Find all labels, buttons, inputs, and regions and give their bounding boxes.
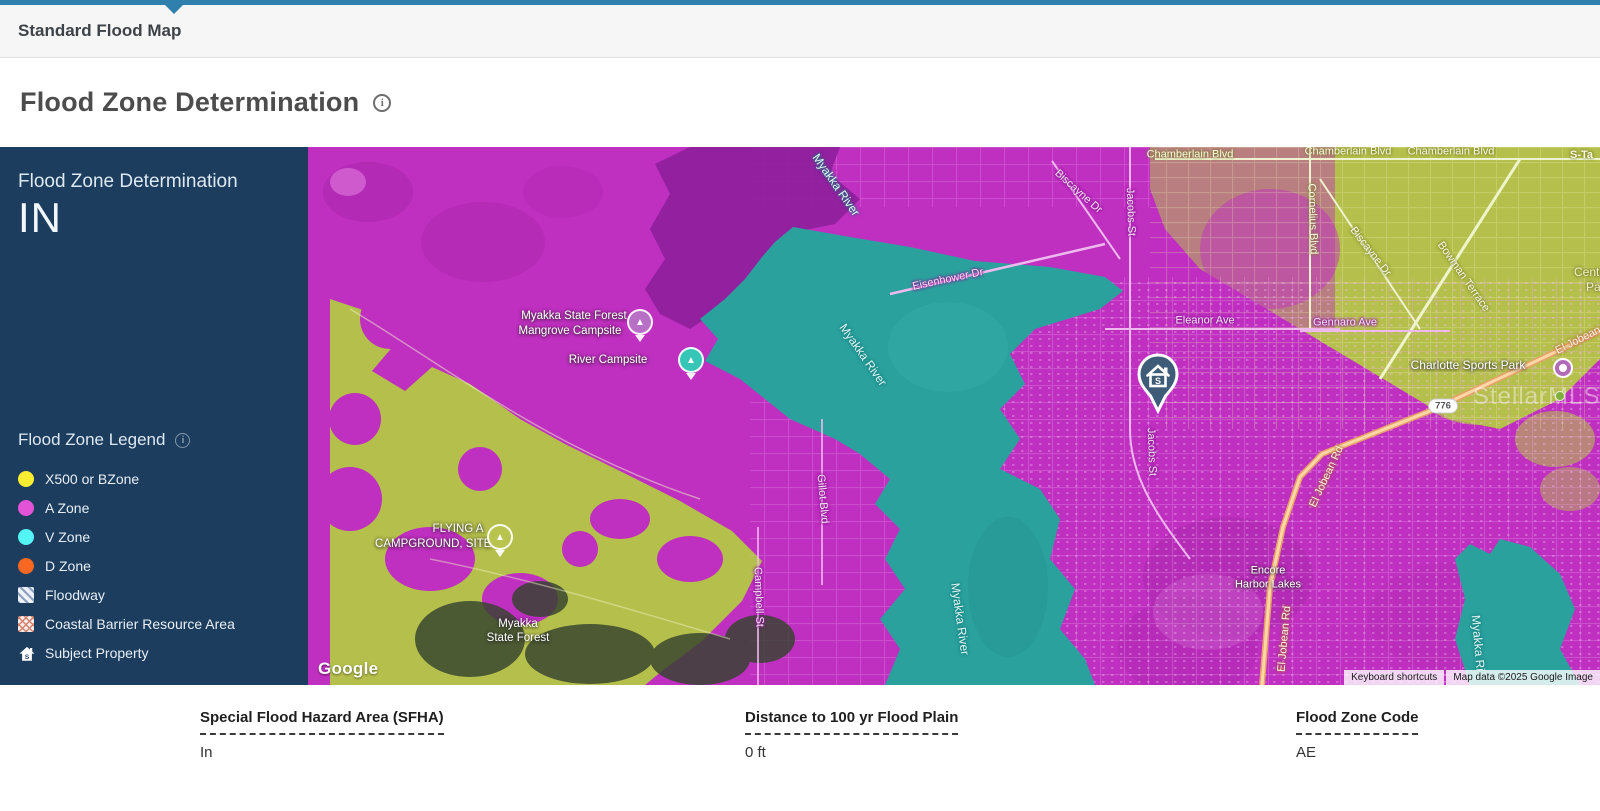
poi-label: River Campsite	[569, 354, 648, 368]
legend-label: V Zone	[45, 529, 90, 545]
street-label: S-Ta	[1570, 149, 1593, 162]
poi-label: Pa	[1586, 280, 1600, 294]
sidebar-spacer	[18, 241, 290, 430]
water-label: Myakka River	[948, 582, 972, 656]
x500-zone-dot-icon	[18, 471, 34, 487]
stat-value-flood-zone-code: AE	[1296, 744, 1418, 761]
street-label: El Jobean Rd	[1276, 606, 1295, 673]
google-logo[interactable]: Google	[318, 659, 378, 679]
legend-info-icon[interactable]: i	[175, 433, 190, 448]
park-poi-dot[interactable]	[1555, 391, 1565, 401]
map-labels-overlay: Myakka River Myakka River Myakka River M…	[308, 147, 1600, 685]
stat-value-sfha: In	[200, 744, 444, 761]
street-label: Gillot Blvd	[813, 474, 830, 524]
poi-label: State Forest	[487, 632, 550, 646]
info-icon[interactable]: i	[373, 94, 391, 112]
svg-text:S: S	[1155, 376, 1161, 386]
keyboard-shortcuts-link[interactable]: Keyboard shortcuts	[1344, 670, 1444, 685]
floodway-hatch-icon	[18, 587, 34, 603]
map-attribution: Keyboard shortcuts Map data ©2025 Google…	[1344, 670, 1600, 685]
flood-stats-row: Special Flood Hazard Area (SFHA) In Dist…	[0, 685, 1600, 810]
legend-item-floodway: Floodway	[18, 580, 290, 609]
flood-map-panel: Flood Zone Determination IN Flood Zone L…	[0, 147, 1600, 685]
street-label: Gennaro Ave	[1313, 316, 1377, 329]
legend-label: Coastal Barrier Resource Area	[45, 616, 235, 632]
poi-label: FLYING A	[433, 523, 484, 537]
street-label: El Jobean Rd	[1307, 444, 1347, 509]
map-data-attribution: Map data ©2025 Google Image	[1446, 670, 1600, 685]
street-label: Chamberlain Blvd	[1305, 147, 1392, 159]
legend-item-a-zone: A Zone	[18, 493, 290, 522]
poi-label: Cente	[1574, 265, 1600, 279]
legend-item-x500: X500 or BZone	[18, 464, 290, 493]
subject-property-pin[interactable]: S	[1135, 353, 1181, 415]
legend-label: X500 or BZone	[45, 471, 139, 487]
legend-label: Floodway	[45, 587, 105, 603]
street-label: Cornelius Blvd	[1304, 183, 1320, 254]
stellar-mls-watermark: StellarMLS	[1473, 383, 1600, 411]
street-label: Chamberlain Blvd	[1147, 148, 1234, 161]
a-zone-dot-icon	[18, 500, 34, 516]
street-label: El Jobean Rd	[1554, 316, 1600, 358]
poi-label: Mangrove Campsite	[519, 325, 622, 339]
active-tab-indicator-caret	[165, 5, 183, 14]
legend-label: D Zone	[45, 558, 91, 574]
legend-title: Flood Zone Legend	[18, 430, 165, 450]
stat-value-distance: 0 ft	[745, 744, 958, 761]
legend-item-subject-property: S Subject Property	[18, 638, 290, 667]
stat-distance: Distance to 100 yr Flood Plain 0 ft	[745, 709, 958, 761]
poi-label: Harbor Lakes	[1235, 578, 1301, 591]
v-zone-dot-icon	[18, 529, 34, 545]
map-sidebar: Flood Zone Determination IN Flood Zone L…	[0, 147, 308, 685]
stat-label-sfha: Special Flood Hazard Area (SFHA)	[200, 709, 444, 735]
stat-sfha: Special Flood Hazard Area (SFHA) In	[200, 709, 444, 761]
water-label: Myakka River	[809, 151, 862, 219]
sports-park-marker[interactable]	[1553, 358, 1573, 378]
legend-title-row: Flood Zone Legend i	[18, 430, 290, 450]
tab-standard-flood-map[interactable]: Standard Flood Map	[18, 21, 181, 41]
house-icon: S	[18, 645, 34, 661]
legend-item-v-zone: V Zone	[18, 522, 290, 551]
stat-label-distance: Distance to 100 yr Flood Plain	[745, 709, 958, 735]
determination-label: Flood Zone Determination	[18, 171, 290, 193]
street-label: Jacobs St	[1144, 428, 1159, 477]
svg-text:S: S	[25, 653, 30, 660]
page-title: Flood Zone Determination	[20, 87, 359, 118]
street-label: Eleanor Ave	[1175, 314, 1234, 327]
legend-label: A Zone	[45, 500, 89, 516]
street-label: Chamberlain Blvd	[1408, 147, 1495, 159]
legend-item-coastal-barrier: Coastal Barrier Resource Area	[18, 609, 290, 638]
street-label: Jacobs St	[1123, 188, 1138, 237]
campsite-marker-mangrove[interactable]: ▲	[627, 309, 653, 335]
street-label: Biscayne Dr	[1052, 167, 1105, 216]
campsite-marker-flying-a[interactable]: ▲	[487, 524, 513, 550]
poi-label: Myakka State Forest	[521, 310, 626, 324]
poi-label: Myakka	[498, 618, 538, 632]
campsite-marker-river[interactable]: ▲	[678, 347, 704, 373]
d-zone-dot-icon	[18, 558, 34, 574]
street-label: Eisenhower Dr	[911, 266, 984, 294]
route-776-shield: 776	[1428, 399, 1458, 414]
street-label: Bowman Terrace	[1434, 239, 1492, 314]
street-label: Campbell St	[750, 567, 765, 627]
poi-label: Charlotte Sports Park	[1411, 358, 1526, 372]
coastal-barrier-crosshatch-icon	[18, 616, 34, 632]
water-label: Myakka Ri	[1468, 614, 1487, 671]
stat-label-flood-zone-code: Flood Zone Code	[1296, 709, 1418, 735]
flood-zone-map[interactable]: Myakka River Myakka River Myakka River M…	[308, 147, 1600, 685]
legend-item-d-zone: D Zone	[18, 551, 290, 580]
water-label: Myakka River	[836, 321, 889, 389]
stat-flood-zone-code: Flood Zone Code AE	[1296, 709, 1418, 761]
active-tab-accent-bar	[0, 0, 1600, 5]
legend-label: Subject Property	[45, 645, 149, 661]
tab-bar: Standard Flood Map	[0, 5, 1600, 58]
street-label: Biscayne Dr	[1347, 225, 1394, 280]
determination-value: IN	[18, 195, 290, 241]
poi-label: Encore	[1251, 564, 1286, 577]
poi-label: CAMPGROUND, SITE 1	[375, 538, 501, 552]
page-header: Flood Zone Determination i	[0, 58, 1600, 147]
